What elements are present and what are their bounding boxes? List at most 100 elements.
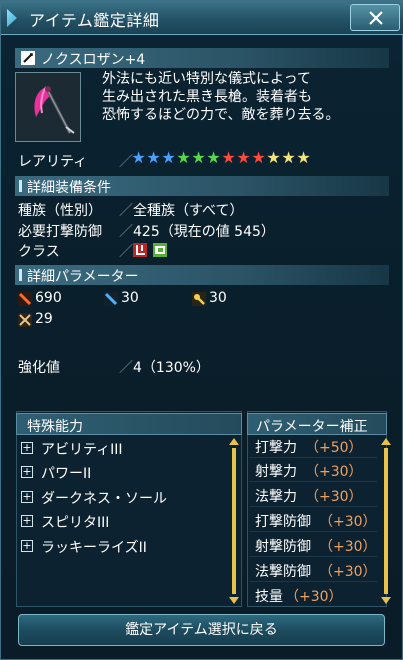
ability-item[interactable]: + アビリティIII [19,438,237,460]
param-bonus-row: 法撃防御 （+30） [249,559,377,582]
scroll-up-arrow-icon[interactable] [229,438,239,445]
rarity-label: レアリティ [18,154,88,170]
ability-name: パワーII [41,466,92,482]
scroll-thumb[interactable] [384,448,388,594]
expand-plus-icon: + [21,514,33,527]
ability-item[interactable]: + パワーII [19,462,237,484]
close-x-icon [369,11,383,25]
rarity-star-icon: ★ [281,148,296,167]
title-accent-icon [7,9,17,27]
parameters-header-label: 詳細パラメーター [27,269,139,285]
param-bonus-value: （+30） [285,589,343,605]
title-bar: アイテム鑑定詳細 [1,1,403,35]
ability-item[interactable]: + スピリタIII [19,511,237,533]
param-bonus-value: （+30） [319,564,377,580]
range-attack-icon [104,292,118,306]
defense-requirement-value: 425（現在の値 545） [133,224,275,240]
strike-attack-value: 690 [35,290,62,306]
param-bonus-value: （+30） [305,464,363,480]
param-bonus-value: （+30） [319,514,377,530]
param-bonus-scrollbar[interactable] [381,438,391,604]
class-label: クラス [18,244,60,260]
header-mark-icon [19,180,22,192]
ability-name: ラッキーライズII [41,540,147,556]
rarity-star-icon: ★ [221,148,236,167]
param-bonus-value: （+50） [305,440,363,456]
param-name: 射撃防御 [255,539,311,555]
rarity-star-icon: ★ [206,148,221,167]
description-line: 生み出された黒き長槍。装着者も [102,89,312,105]
param-name: 射撃力 [255,464,297,480]
expand-plus-icon: + [21,490,33,503]
appraisal-detail-window: アイテム鑑定詳細 ノクスロザン+4 外法にも近い特別な儀式によって 生み出された… [0,0,403,660]
param-bonus-header: パラメーター補正 [247,413,387,435]
param-name: 技量 [255,589,283,605]
param-bonus-row: 技量 （+30） [249,584,377,607]
item-image [15,72,81,142]
item-name: ノクスロザン+4 [41,52,146,68]
scroll-up-arrow-icon[interactable] [381,438,391,445]
item-description: 外法にも近い特別な儀式によって 生み出された黒き長槍。装着者も 恐怖するほどの力… [102,70,392,124]
scroll-down-arrow-icon[interactable] [229,597,239,604]
rarity-star-icon: ★ [266,148,281,167]
rarity-star-icon: ★ [131,148,146,167]
header-mark-icon [19,269,22,281]
rarity-star-icon: ★ [236,148,251,167]
special-abilities-header: 特殊能力 [16,413,242,435]
param-name: 法撃防御 [255,564,311,580]
param-bonus-row: 射撃防御 （+30） [249,534,377,557]
hunter-class-icon [133,243,147,257]
range-attack-value: 30 [121,290,139,306]
strike-attack-icon [18,292,32,306]
weapon-category-icon [21,51,35,65]
expand-plus-icon: + [21,539,33,552]
rarity-star-icon: ★ [191,148,206,167]
rarity-stars: ★ ★ ★ ★ ★ ★ ★ ★ ★ ★ ★ ★ [131,149,311,169]
param-bonus-value: （+30） [319,539,377,555]
close-button[interactable] [350,4,400,31]
ability-item[interactable]: + ダークネス・ソール [19,487,237,509]
expand-plus-icon: + [21,441,33,454]
enhancement-separator: ／ [119,360,133,376]
window-title: アイテム鑑定詳細 [29,11,160,30]
enhancement-value: 4（130%） [133,360,210,376]
ability-name: ダークネス・ソール [41,491,167,507]
rarity-star-icon: ★ [176,148,191,167]
ability-name: スピリタIII [41,515,110,531]
parameters-header: 詳細パラメーター [15,265,389,285]
dexterity-value: 29 [35,311,53,327]
special-abilities-header-label: 特殊能力 [27,419,83,435]
param-bonus-row: 打撃防御 （+30） [249,509,377,532]
abilities-scrollbar[interactable] [229,438,239,604]
fighter-class-icon [153,243,167,257]
rarity-star-icon: ★ [146,148,161,167]
scroll-down-arrow-icon[interactable] [381,597,391,604]
item-name-header: ノクスロザン+4 [15,48,389,68]
param-name: 法撃力 [255,489,297,505]
requirements-header: 詳細装備条件 [15,176,389,196]
param-bonus-row: 射撃力 （+30） [249,459,377,482]
param-bonus-row: 法撃力 （+30） [249,484,377,507]
rarity-star-icon: ★ [161,148,176,167]
rarity-star-icon: ★ [251,148,266,167]
scroll-thumb[interactable] [232,448,236,594]
race-label: 種族（性別） [18,203,102,219]
dexterity-icon [18,313,32,327]
tech-attack-icon [192,292,206,306]
expand-plus-icon: + [21,465,33,478]
defense-separator: ／ [119,224,133,240]
race-separator: ／ [119,203,133,219]
enhancement-label: 強化値 [18,360,60,376]
ability-item[interactable]: + ラッキーライズII [19,536,237,558]
defense-requirement-label: 必要打撃防御 [18,224,102,240]
tech-attack-value: 30 [209,290,227,306]
description-line: 外法にも近い特別な儀式によって [102,71,311,87]
param-bonus-value: （+30） [305,489,363,505]
requirements-header-label: 詳細装備条件 [27,180,111,196]
param-name: 打撃力 [255,440,297,456]
rarity-star-icon: ★ [296,148,311,167]
ability-name: アビリティIII [41,442,123,458]
race-value: 全種族（すべて） [133,203,244,219]
param-bonus-header-label: パラメーター補正 [256,419,368,435]
return-to-selection-button[interactable]: 鑑定アイテム選択に戻る [18,614,385,646]
